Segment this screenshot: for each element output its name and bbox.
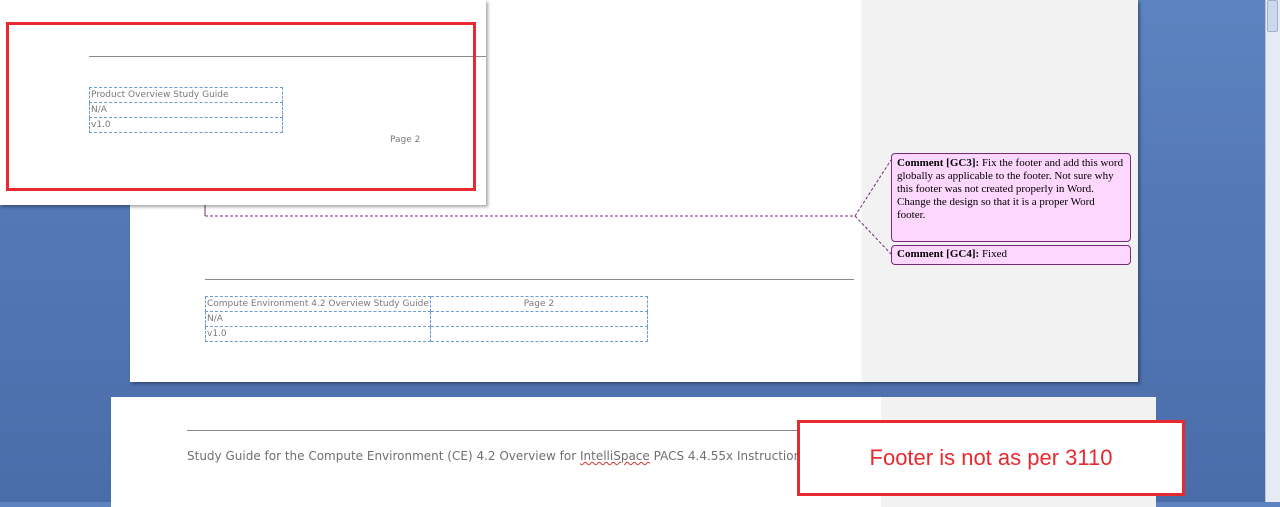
footer-empty-cell[interactable] [429,326,649,342]
spelling-flagged-word[interactable]: IntelliSpace [580,449,650,463]
inset-highlight-box [6,22,476,191]
footer-empty-cell[interactable] [429,311,649,327]
comment-label: Comment [GC3]: [897,157,980,169]
page-footer-table[interactable]: Compute Environment 4.2 Overview Study G… [205,296,649,342]
footer-status-cell[interactable]: N/A [205,311,431,327]
table-row: v1.0 [205,326,649,342]
comment-text: Fixed [979,248,1007,260]
table-row: Compute Environment 4.2 Overview Study G… [205,296,649,312]
header-text-suffix: PACS 4.4.55x Instructiona [649,449,809,463]
header-text-prefix: Study Guide for the Compute Environment … [187,449,580,463]
next-page-header-line [187,430,827,431]
annotation-note: Footer is not as per 3110 [797,420,1185,496]
comment-balloon-gc3[interactable]: Comment [GC3]: Fix the footer and add th… [891,153,1131,242]
annotation-note-text: Footer is not as per 3110 [869,445,1113,470]
footer-page-cell[interactable]: Page 2 [429,296,649,312]
table-row: N/A [205,311,649,327]
scrollbar-thumb[interactable] [1267,0,1278,32]
vertical-scrollbar[interactable] [1265,0,1280,502]
next-page-header-text: Study Guide for the Compute Environment … [187,449,809,463]
comment-balloon-gc4[interactable]: Comment [GC4]: Fixed [891,245,1131,265]
comment-label: Comment [GC4]: [897,248,980,260]
footer-version-cell[interactable]: v1.0 [205,326,431,342]
footer-separator-line [205,279,854,280]
footer-title-cell[interactable]: Compute Environment 4.2 Overview Study G… [205,296,431,312]
